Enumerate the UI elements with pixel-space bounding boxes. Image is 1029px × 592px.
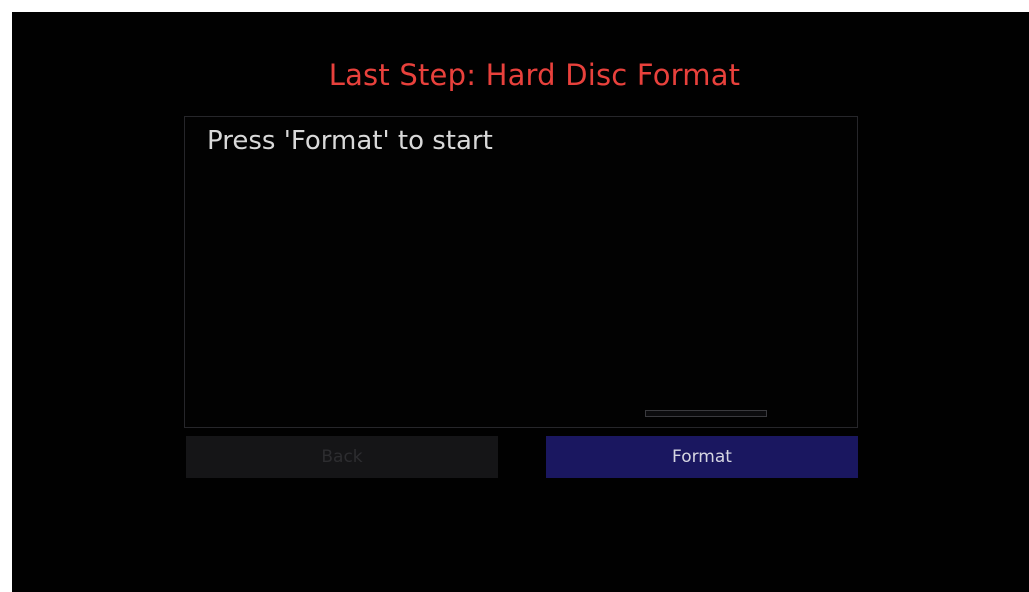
format-progress-bar — [645, 410, 767, 417]
dialog-title: Last Step: Hard Disc Format — [328, 58, 741, 92]
back-button[interactable]: Back — [186, 436, 498, 478]
format-button[interactable]: Format — [546, 436, 858, 478]
message-panel: Press 'Format' to start — [184, 116, 858, 428]
tv-screen: Last Step: Hard Disc Format Press 'Forma… — [12, 12, 1029, 592]
instruction-text: Press 'Format' to start — [207, 126, 493, 156]
